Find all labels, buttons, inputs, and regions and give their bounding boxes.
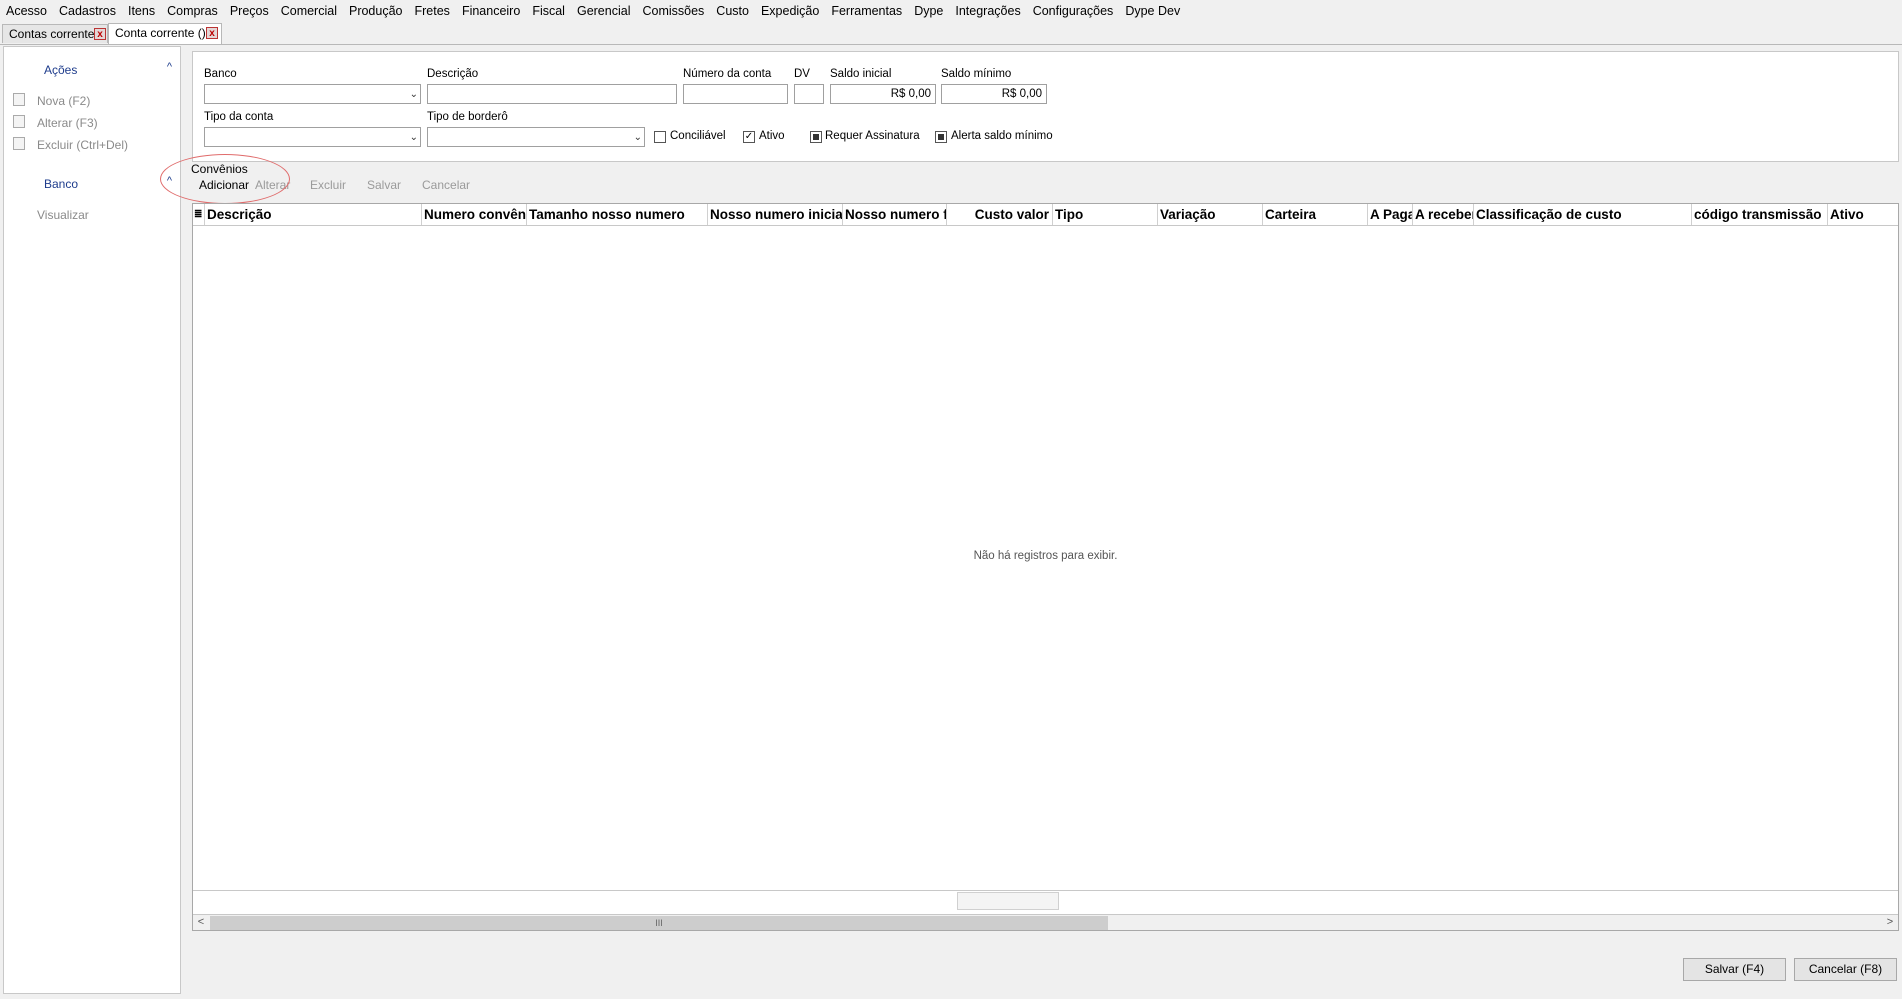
convenios-grid: ≣ Descrição Numero convênio Tamanho noss… — [192, 203, 1899, 931]
scroll-left-icon[interactable]: < — [193, 915, 209, 930]
menu-financeiro[interactable]: Financeiro — [456, 4, 526, 18]
conciliavel-label: Conciliável — [670, 130, 726, 142]
grid-header: ≣ Descrição Numero convênio Tamanho noss… — [193, 204, 1898, 226]
edit-document-icon — [13, 115, 25, 128]
cancelar-convenio-button[interactable]: Cancelar — [422, 178, 470, 192]
close-icon[interactable]: x — [206, 27, 218, 39]
conciliavel-checkbox[interactable] — [654, 131, 666, 143]
col-numero-convenio[interactable]: Numero convênio — [422, 204, 527, 225]
banco-label: Banco — [204, 68, 237, 80]
menu-bar: Acesso Cadastros Itens Compras Preços Co… — [0, 0, 1902, 22]
menu-dype-dev[interactable]: Dype Dev — [1119, 4, 1186, 18]
grid-footer-divider — [193, 890, 1898, 891]
menu-itens[interactable]: Itens — [122, 4, 161, 18]
ativo-checkbox[interactable]: ✓ — [743, 131, 755, 143]
empty-message: Não há registros para exibir. — [973, 550, 1118, 562]
sidebar-item-nova[interactable]: Nova (F2) — [37, 94, 90, 108]
descricao-label: Descrição — [427, 68, 479, 80]
sidebar-item-alterar[interactable]: Alterar (F3) — [37, 116, 98, 130]
tab-strip: Contas corrente x Conta corrente () x — [0, 22, 1902, 45]
tab-contas-corrente[interactable]: Contas corrente x — [2, 24, 108, 43]
saldo-inicial-label: Saldo inicial — [830, 68, 892, 80]
col-codigo-transmissao[interactable]: código transmissão — [1692, 204, 1828, 225]
col-nosso-numero-inicial[interactable]: Nosso numero inicial — [708, 204, 843, 225]
menu-cadastros[interactable]: Cadastros — [53, 4, 122, 18]
requer-assinatura-label: Requer Assinatura — [825, 130, 920, 142]
col-a-pagar[interactable]: A Pagar — [1368, 204, 1413, 225]
menu-compras[interactable]: Compras — [161, 4, 224, 18]
menu-comissoes[interactable]: Comissões — [636, 4, 710, 18]
saldo-inicial-input[interactable]: R$ 0,00 — [830, 84, 936, 104]
section-title-acoes: Ações — [44, 63, 78, 77]
scroll-grip-icon: III — [655, 918, 663, 928]
tipo-bordero-label: Tipo de borderô — [427, 111, 508, 123]
col-nosso-numero-final[interactable]: Nosso numero final — [843, 204, 947, 225]
section-title-banco: Banco — [44, 177, 79, 191]
col-custo-valor[interactable]: Custo valor — [947, 204, 1053, 225]
menu-gerencial[interactable]: Gerencial — [571, 4, 637, 18]
tipo-conta-label: Tipo da conta — [204, 111, 274, 123]
sidebar-item-excluir[interactable]: Excluir (Ctrl+Del) — [37, 138, 128, 152]
menu-comercial[interactable]: Comercial — [275, 4, 343, 18]
alerta-saldo-label: Alerta saldo mínimo — [951, 130, 1053, 142]
salvar-convenio-button[interactable]: Salvar — [367, 178, 401, 192]
menu-precos[interactable]: Preços — [224, 4, 275, 18]
saldo-minimo-input[interactable]: R$ 0,00 — [941, 84, 1047, 104]
dv-label: DV — [794, 68, 810, 80]
col-classificacao-custo[interactable]: Classificação de custo — [1474, 204, 1692, 225]
menu-configuracoes[interactable]: Configurações — [1027, 4, 1120, 18]
col-tipo[interactable]: Tipo — [1053, 204, 1158, 225]
col-carteira[interactable]: Carteira — [1263, 204, 1368, 225]
col-a-receber[interactable]: A receber — [1413, 204, 1474, 225]
save-button[interactable]: Salvar (F4) — [1683, 958, 1786, 981]
tipo-bordero-select[interactable]: ⌄ — [427, 127, 645, 147]
chevron-up-icon[interactable]: ^ — [167, 61, 172, 73]
sidebar-item-visualizar[interactable]: Visualizar — [37, 208, 89, 222]
numero-conta-label: Número da conta — [683, 68, 772, 80]
tab-label: Contas corrente — [9, 27, 95, 41]
menu-producao[interactable]: Produção — [343, 4, 409, 18]
menu-acesso[interactable]: Acesso — [0, 4, 53, 18]
col-tamanho-nosso-numero[interactable]: Tamanho nosso numero — [527, 204, 708, 225]
menu-dype[interactable]: Dype — [908, 4, 949, 18]
chevron-down-icon: ⌄ — [409, 132, 418, 143]
tipo-conta-select[interactable]: ⌄ — [204, 127, 421, 147]
col-descricao[interactable]: Descrição — [205, 204, 422, 225]
row-selector-icon[interactable]: ≣ — [193, 204, 205, 225]
sidebar: Ações ^ Nova (F2) Alterar (F3) Excluir (… — [3, 46, 181, 994]
highlight-annotation — [160, 154, 290, 204]
chevron-down-icon: ⌄ — [633, 132, 642, 143]
requer-assinatura-checkbox[interactable] — [810, 131, 822, 143]
chevron-down-icon: ⌄ — [409, 89, 418, 100]
account-form: Banco ⌄ Descrição Número da conta DV Sal… — [192, 51, 1899, 162]
excluir-button[interactable]: Excluir — [310, 178, 346, 192]
scroll-thumb[interactable]: III — [210, 916, 1108, 930]
footer-summary-cell — [957, 892, 1059, 910]
alerta-saldo-checkbox[interactable] — [935, 131, 947, 143]
banco-select[interactable]: ⌄ — [204, 84, 421, 104]
document-icon — [13, 93, 25, 106]
col-variacao[interactable]: Variação — [1158, 204, 1263, 225]
ativo-label: Ativo — [759, 130, 785, 142]
menu-fretes[interactable]: Fretes — [409, 4, 456, 18]
menu-expedicao[interactable]: Expedição — [755, 4, 825, 18]
menu-integracoes[interactable]: Integrações — [949, 4, 1026, 18]
tab-conta-corrente[interactable]: Conta corrente () x — [108, 23, 222, 44]
menu-fiscal[interactable]: Fiscal — [526, 4, 571, 18]
tab-label: Conta corrente () — [115, 26, 206, 40]
saldo-minimo-label: Saldo mínimo — [941, 68, 1012, 80]
horizontal-scrollbar[interactable]: < III > — [193, 914, 1898, 930]
menu-ferramentas[interactable]: Ferramentas — [825, 4, 908, 18]
col-ativo[interactable]: Ativo — [1828, 204, 1898, 225]
numero-conta-input[interactable] — [683, 84, 788, 104]
descricao-input[interactable] — [427, 84, 677, 104]
scroll-right-icon[interactable]: > — [1882, 915, 1898, 930]
close-icon[interactable]: x — [94, 28, 106, 40]
delete-document-icon — [13, 137, 25, 150]
cancel-button[interactable]: Cancelar (F8) — [1794, 958, 1897, 981]
menu-custo[interactable]: Custo — [710, 4, 755, 18]
dv-input[interactable] — [794, 84, 824, 104]
